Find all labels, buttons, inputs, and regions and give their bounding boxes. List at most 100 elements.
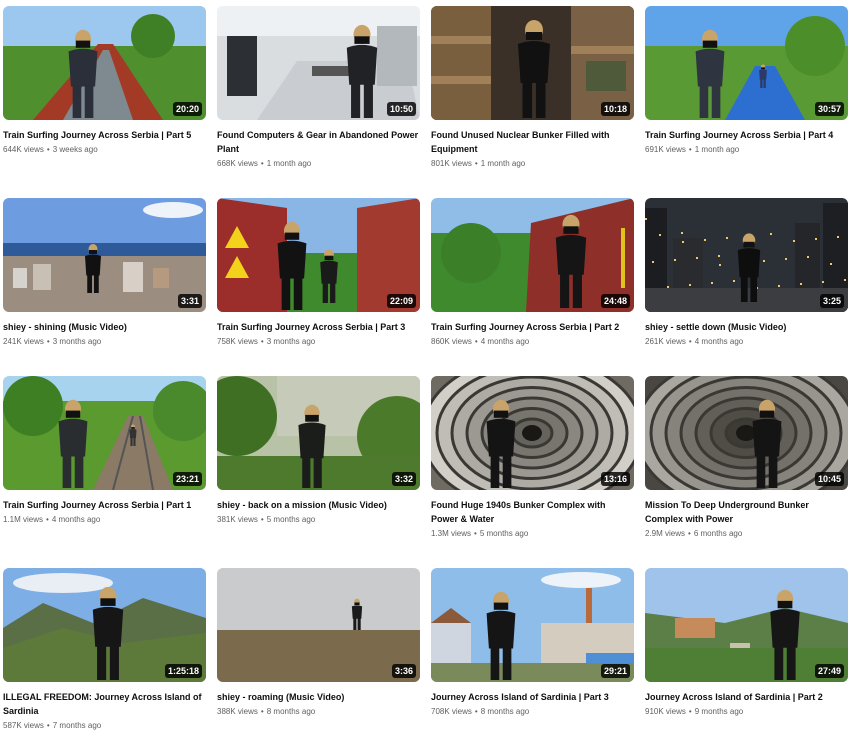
upload-age: 1 month ago <box>694 145 740 154</box>
video-card[interactable]: 3:31 shiey - shining (Music Video) 241K … <box>3 198 206 348</box>
duration-badge: 23:21 <box>172 472 202 486</box>
view-count: 388K views <box>217 707 258 716</box>
video-title[interactable]: shiey - shining (Music Video) <box>3 320 206 334</box>
video-card[interactable]: 1:25:18 ILLEGAL FREEDOM: Journey Across … <box>3 568 206 732</box>
video-thumbnail[interactable]: 29:21 <box>431 568 634 682</box>
video-card[interactable]: 10:45 Mission To Deep Underground Bunker… <box>645 376 848 540</box>
upload-age: 5 months ago <box>479 529 529 538</box>
video-title[interactable]: Train Surfing Journey Across Serbia | Pa… <box>3 498 206 512</box>
video-card[interactable]: 27:49 Journey Across Island of Sardinia … <box>645 568 848 718</box>
view-count: 261K views <box>645 337 686 346</box>
video-thumbnail[interactable]: 22:09 <box>217 198 420 312</box>
video-meta: 2.9M views • 6 months ago <box>645 528 848 540</box>
video-title[interactable]: Mission To Deep Underground Bunker Compl… <box>645 498 848 526</box>
separator-dot: • <box>46 721 50 730</box>
video-title[interactable]: Train Surfing Journey Across Serbia | Pa… <box>431 320 634 334</box>
video-thumbnail[interactable]: 10:50 <box>217 6 420 120</box>
upload-age: 3 weeks ago <box>52 145 98 154</box>
video-title[interactable]: shiey - roaming (Music Video) <box>217 690 420 704</box>
separator-dot: • <box>688 529 691 538</box>
video-title[interactable]: ILLEGAL FREEDOM: Journey Across Island o… <box>3 690 206 718</box>
video-title[interactable]: Journey Across Island of Sardinia | Part… <box>431 690 634 704</box>
video-card[interactable]: 13:16 Found Huge 1940s Bunker Complex wi… <box>431 376 634 540</box>
video-title[interactable]: Journey Across Island of Sardinia | Part… <box>645 690 848 704</box>
video-thumbnail[interactable]: 3:31 <box>3 198 206 312</box>
separator-dot: • <box>688 145 692 154</box>
video-meta: 691K views • 1 month ago <box>645 144 848 156</box>
video-card[interactable]: 10:50 Found Computers & Gear in Abandone… <box>217 6 420 170</box>
duration-badge: 3:25 <box>819 294 844 308</box>
video-meta: 1.3M views • 5 months ago <box>431 528 634 540</box>
video-title[interactable]: Train Surfing Journey Across Serbia | Pa… <box>3 128 206 142</box>
duration-badge: 10:18 <box>600 102 630 116</box>
duration-badge: 29:21 <box>600 664 630 678</box>
video-meta: 261K views • 4 months ago <box>645 336 848 348</box>
video-thumbnail[interactable]: 27:49 <box>645 568 848 682</box>
video-card[interactable]: 3:32 shiey - back on a mission (Music Vi… <box>217 376 420 526</box>
separator-dot: • <box>474 707 478 716</box>
separator-dot: • <box>46 337 50 346</box>
upload-age: 9 months ago <box>694 707 744 716</box>
view-count: 668K views <box>217 159 258 168</box>
duration-badge: 3:32 <box>391 472 416 486</box>
upload-age: 8 months ago <box>480 707 530 716</box>
video-card[interactable]: 30:57 Train Surfing Journey Across Serbi… <box>645 6 848 156</box>
video-thumbnail[interactable]: 3:36 <box>217 568 420 682</box>
video-thumbnail[interactable]: 23:21 <box>3 376 206 490</box>
view-count: 2.9M views <box>645 529 686 538</box>
separator-dot: • <box>260 337 264 346</box>
video-card[interactable]: 29:21 Journey Across Island of Sardinia … <box>431 568 634 718</box>
video-card[interactable]: 3:25 shiey - settle down (Music Video) 2… <box>645 198 848 348</box>
thumbnail-image <box>217 376 420 490</box>
thumbnail-image <box>645 198 848 312</box>
video-title[interactable]: Found Huge 1940s Bunker Complex with Pow… <box>431 498 634 526</box>
video-thumbnail[interactable]: 3:32 <box>217 376 420 490</box>
view-count: 801K views <box>431 159 472 168</box>
video-thumbnail[interactable]: 20:20 <box>3 6 206 120</box>
video-thumbnail[interactable]: 10:18 <box>431 6 634 120</box>
video-card[interactable]: 23:21 Train Surfing Journey Across Serbi… <box>3 376 206 526</box>
duration-badge: 24:48 <box>600 294 630 308</box>
video-meta: 1.1M views • 4 months ago <box>3 514 206 526</box>
video-card[interactable]: 24:48 Train Surfing Journey Across Serbi… <box>431 198 634 348</box>
upload-age: 5 months ago <box>266 515 316 524</box>
video-meta: 860K views • 4 months ago <box>431 336 634 348</box>
video-thumbnail[interactable]: 3:25 <box>645 198 848 312</box>
view-count: 708K views <box>431 707 472 716</box>
video-title[interactable]: Found Unused Nuclear Bunker Filled with … <box>431 128 634 156</box>
separator-dot: • <box>260 159 264 168</box>
separator-dot: • <box>688 707 692 716</box>
video-title[interactable]: Train Surfing Journey Across Serbia | Pa… <box>217 320 420 334</box>
duration-badge: 3:36 <box>391 664 416 678</box>
video-thumbnail[interactable]: 24:48 <box>431 198 634 312</box>
video-card[interactable]: 10:18 Found Unused Nuclear Bunker Filled… <box>431 6 634 170</box>
video-thumbnail[interactable]: 10:45 <box>645 376 848 490</box>
view-count: 587K views <box>3 721 44 730</box>
video-thumbnail[interactable]: 30:57 <box>645 6 848 120</box>
upload-age: 4 months ago <box>694 337 744 346</box>
separator-dot: • <box>474 159 478 168</box>
separator-dot: • <box>474 529 477 538</box>
video-thumbnail[interactable]: 1:25:18 <box>3 568 206 682</box>
video-title[interactable]: shiey - back on a mission (Music Video) <box>217 498 420 512</box>
upload-age: 4 months ago <box>480 337 530 346</box>
view-count: 860K views <box>431 337 472 346</box>
video-meta: 388K views • 8 months ago <box>217 706 420 718</box>
view-count: 381K views <box>217 515 258 524</box>
video-grid: 20:20 Train Surfing Journey Across Serbi… <box>0 0 863 738</box>
video-card[interactable]: 20:20 Train Surfing Journey Across Serbi… <box>3 6 206 156</box>
view-count: 1.3M views <box>431 529 472 538</box>
video-thumbnail[interactable]: 13:16 <box>431 376 634 490</box>
view-count: 644K views <box>3 145 44 154</box>
upload-age: 3 months ago <box>266 337 316 346</box>
video-title[interactable]: shiey - settle down (Music Video) <box>645 320 848 334</box>
view-count: 1.1M views <box>3 515 44 524</box>
video-card[interactable]: 22:09 Train Surfing Journey Across Serbi… <box>217 198 420 348</box>
video-card[interactable]: 3:36 shiey - roaming (Music Video) 388K … <box>217 568 420 718</box>
video-title[interactable]: Train Surfing Journey Across Serbia | Pa… <box>645 128 848 142</box>
video-meta: 644K views • 3 weeks ago <box>3 144 206 156</box>
separator-dot: • <box>260 515 264 524</box>
view-count: 758K views <box>217 337 258 346</box>
upload-age: 6 months ago <box>693 529 743 538</box>
video-title[interactable]: Found Computers & Gear in Abandoned Powe… <box>217 128 420 156</box>
